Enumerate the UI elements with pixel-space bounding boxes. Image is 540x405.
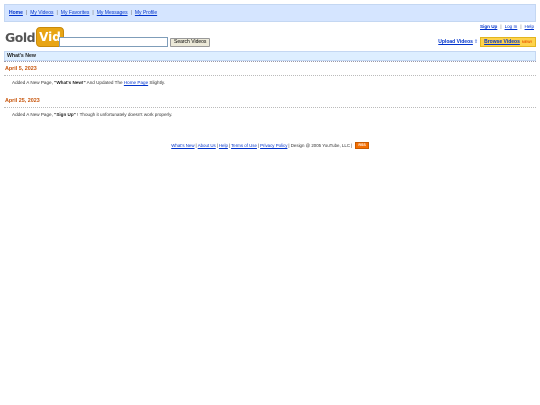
footer-separator: |	[195, 143, 197, 148]
nav-separator: |	[56, 10, 58, 16]
entry-text: Added A New Page, "Sign Up" ! Though it …	[12, 112, 172, 117]
entry-prefix: Added A New Page,	[12, 112, 55, 117]
home-page-link[interactable]: Home Page	[124, 80, 148, 85]
footer-whats-new-link[interactable]: What's New	[171, 143, 194, 148]
entry-middle: And Updated The	[85, 80, 124, 85]
nav-my-messages-link[interactable]: My Messages	[97, 10, 128, 16]
footer: What's New | About Us | Help | Terms of …	[0, 142, 540, 149]
entry-prefix: Added A New Page,	[12, 80, 55, 85]
upload-arrow-icon: ⇧	[473, 39, 479, 45]
entry-date: April 5, 2023	[5, 66, 37, 72]
log-in-link[interactable]: Log In	[505, 24, 518, 29]
footer-help-link[interactable]: Help	[219, 143, 228, 148]
top-nav-bar: Home | My Videos | My Favorites | My Mes…	[4, 4, 536, 22]
section-header: What's New	[4, 51, 536, 61]
site-logo[interactable]: Gold Vid	[5, 27, 64, 47]
footer-privacy-link[interactable]: Privacy Policy	[260, 143, 287, 148]
entry-divider	[4, 75, 536, 76]
userlinks-separator: |	[520, 24, 522, 29]
search-input[interactable]	[59, 37, 168, 47]
footer-separator: |	[228, 143, 231, 148]
userlinks-separator: |	[500, 24, 502, 29]
footer-about-us-link[interactable]: About Us	[198, 143, 216, 148]
logo-text-gold: Gold	[5, 29, 36, 45]
entry-divider	[4, 107, 536, 108]
entry-date: April 25, 2023	[5, 98, 40, 104]
entry-page-name: "What's New!"	[54, 80, 86, 85]
nav-separator: |	[130, 10, 132, 16]
entry-page-name: "Sign Up"	[54, 112, 76, 117]
video-actions: Upload Videos ⇧ Browse Videos NEW!	[438, 37, 536, 47]
nav-separator: |	[25, 10, 28, 16]
footer-separator: |	[257, 143, 260, 148]
entry-suffix: ! Though it unfortunately doesn't work p…	[75, 112, 173, 117]
search-videos-button[interactable]: Search Videos	[170, 37, 211, 47]
new-badge: NEW!	[521, 40, 532, 44]
entry-text: Added A New Page, "What's New!" And Upda…	[12, 80, 165, 85]
footer-copyright: | Design @ 2005 YouTube, LLC |	[288, 143, 353, 148]
nav-my-profile-link[interactable]: My Profile	[135, 10, 157, 16]
footer-terms-link[interactable]: Terms of Use	[231, 143, 257, 148]
browse-videos-link[interactable]: Browse Videos	[484, 39, 520, 45]
nav-my-favorites-link[interactable]: My Favorites	[61, 10, 90, 16]
nav-my-videos-link[interactable]: My Videos	[30, 10, 53, 16]
user-links: Sign Up | Log In | Help	[480, 24, 534, 29]
upload-videos-link[interactable]: Upload Videos	[438, 39, 473, 45]
entry-suffix: Slightly.	[148, 80, 166, 85]
browse-videos-tab[interactable]: Browse Videos NEW!	[480, 37, 536, 47]
sign-up-link[interactable]: Sign Up	[480, 24, 497, 29]
footer-separator: |	[216, 143, 218, 148]
section-title: What's New	[7, 53, 36, 59]
section-divider	[4, 61, 536, 62]
rss-icon[interactable]: RSS	[355, 142, 369, 149]
nav-separator: |	[92, 10, 94, 16]
nav-home-link[interactable]: Home	[9, 10, 23, 16]
help-link[interactable]: Help	[525, 24, 534, 29]
search-bar: Search Videos	[59, 37, 211, 47]
